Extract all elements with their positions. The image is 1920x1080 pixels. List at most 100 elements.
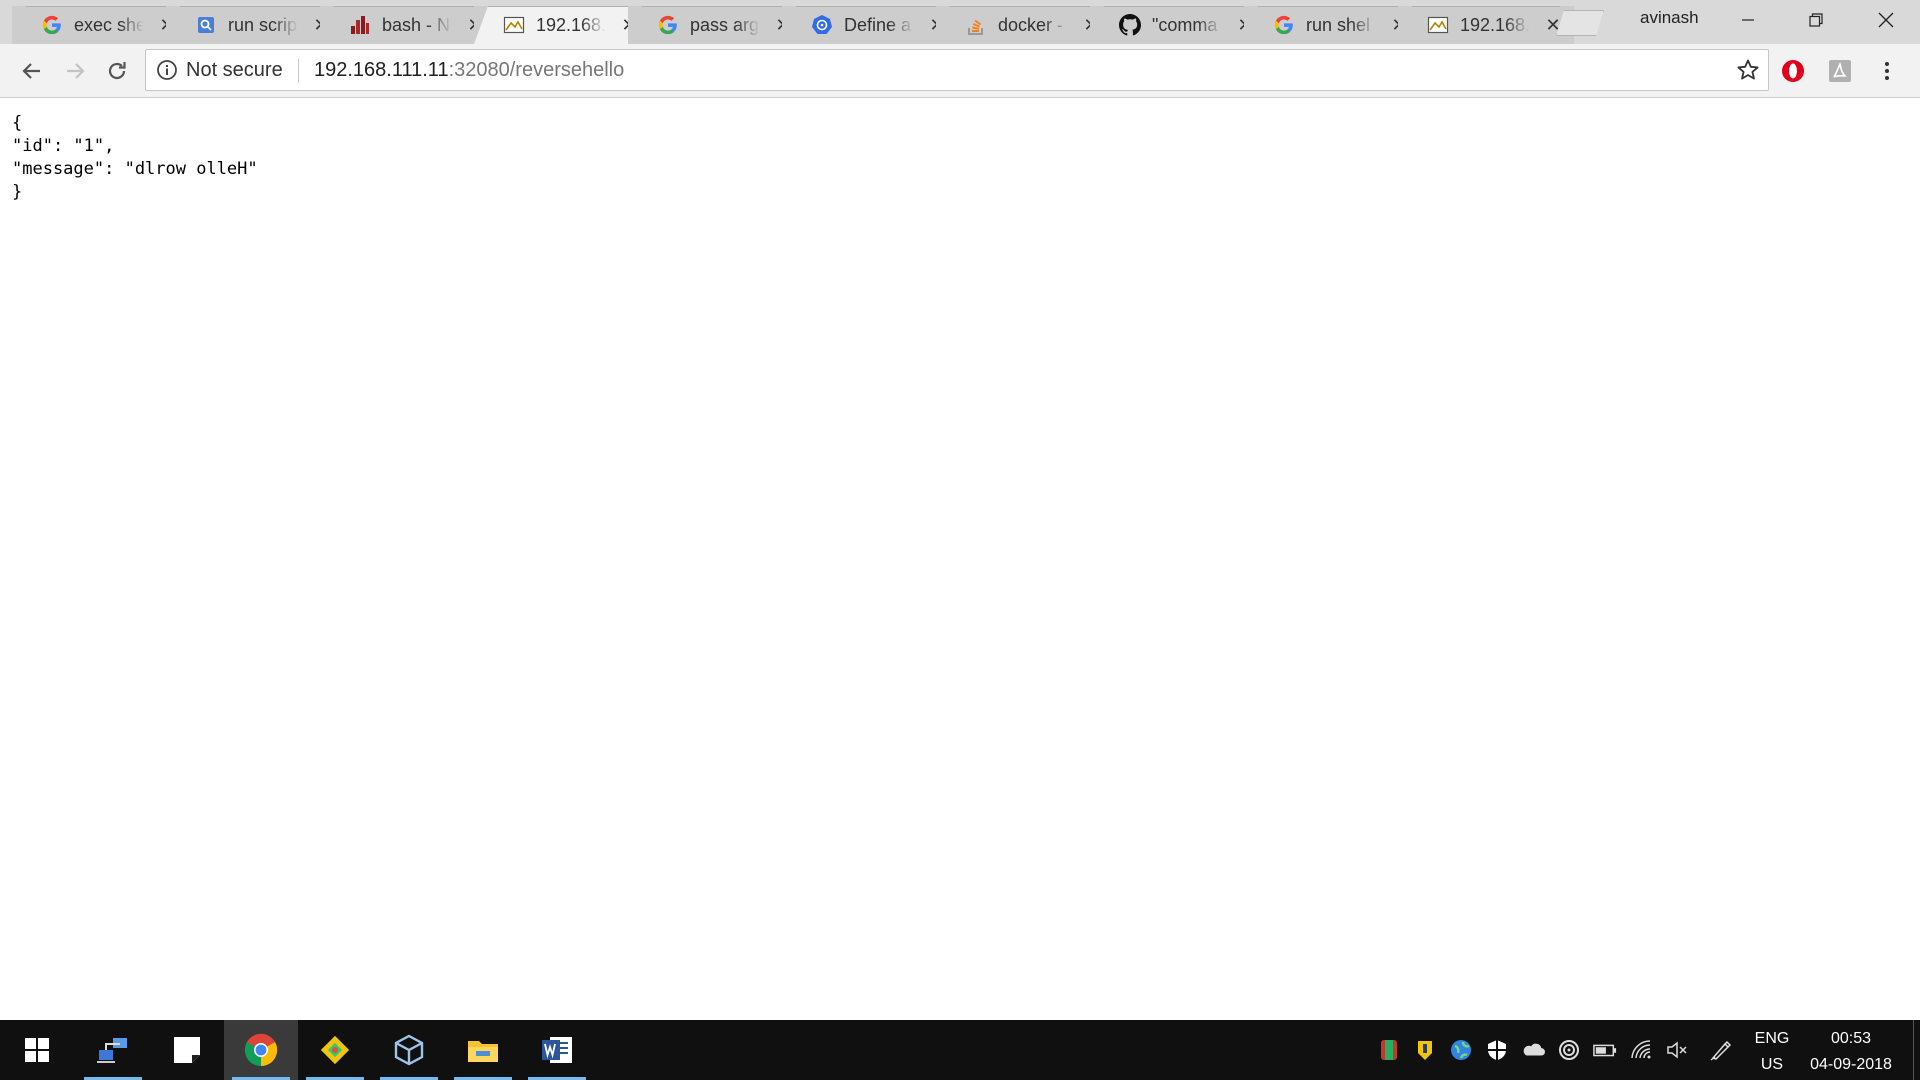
wifi-icon[interactable]: [1629, 1038, 1653, 1062]
site-info-button[interactable]: Not secure: [156, 50, 283, 90]
windows-taskbar: ENG US 00:53 04-09-2018: [0, 1020, 1920, 1080]
chrome-icon: [244, 1033, 278, 1067]
close-icon: [1878, 12, 1894, 28]
url-path: :32080/reversehello: [448, 59, 625, 81]
globe-icon[interactable]: [1449, 1038, 1473, 1062]
search-results-icon: [194, 13, 218, 37]
opera-extension-button[interactable]: [1780, 58, 1806, 84]
virtualbox-icon: [394, 1034, 424, 1066]
file-explorer-icon: [468, 1041, 498, 1062]
json-line: {: [12, 113, 23, 133]
pdf-extension-button[interactable]: [1827, 58, 1853, 84]
url-host: 192.168.111.11: [314, 59, 449, 81]
tab-title: exec shell: [74, 14, 144, 35]
restore-icon: [1809, 13, 1823, 27]
git-icon: [320, 1035, 350, 1065]
address-bar[interactable]: Not secure 192.168.111.11:32080/reverseh…: [145, 49, 1769, 91]
browser-toolbar: Not secure 192.168.111.11:32080/reverseh…: [0, 44, 1920, 98]
tab-title: docker -: [998, 14, 1064, 35]
bars-site-icon: [348, 13, 372, 37]
arrow-right-icon: [67, 63, 85, 79]
sticky-notes-icon: [174, 1037, 200, 1063]
json-line: }: [12, 182, 23, 202]
tab-strip: exec shell ✕ run script ✕ bash - N ✕ 192…: [0, 0, 1920, 44]
taskbar-app-file-explorer[interactable]: [446, 1020, 520, 1080]
tab[interactable]: "comma ✕: [1090, 6, 1267, 44]
bookmark-star-icon[interactable]: [1736, 58, 1760, 82]
google-g-icon: [1272, 13, 1296, 37]
tab[interactable]: pass arg ✕: [628, 6, 805, 44]
clock-time: 00:53: [1830, 1030, 1872, 1047]
system-clock[interactable]: 00:53 04-09-2018: [1800, 1026, 1902, 1078]
sync-icon[interactable]: [1557, 1038, 1581, 1062]
volume-muted-icon[interactable]: [1665, 1038, 1689, 1062]
menu-button[interactable]: [1874, 58, 1900, 84]
page-content: { "id": "1", "message": "dlrow olleH" }: [0, 98, 1920, 1020]
tab[interactable]: run script ✕: [166, 6, 343, 44]
tab-title: 192.168.: [1460, 14, 1530, 35]
json-response: { "id": "1", "message": "dlrow olleH" }: [12, 112, 258, 204]
minimize-button[interactable]: [1720, 0, 1776, 40]
taskbar-app-chrome[interactable]: [224, 1020, 298, 1080]
onedrive-icon[interactable]: [1521, 1038, 1545, 1062]
url-text[interactable]: 192.168.111.11:32080/reversehello: [314, 50, 624, 90]
tab[interactable]: exec shell ✕: [12, 6, 189, 44]
arrow-left-icon: [22, 63, 40, 79]
taskbar-app-network[interactable]: [76, 1020, 150, 1080]
restore-button[interactable]: [1788, 0, 1844, 40]
tab-title: pass arg: [690, 14, 760, 35]
tab-title: run script: [228, 14, 298, 35]
stackoverflow-icon: [964, 13, 988, 37]
shield-badge-icon[interactable]: [1413, 1038, 1437, 1062]
tab[interactable]: Define a ✕: [782, 6, 959, 44]
tab-title: Define a: [844, 14, 912, 35]
battery-icon[interactable]: [1593, 1038, 1617, 1062]
tab-title: "comma: [1152, 14, 1218, 35]
taskbar-app-word[interactable]: [520, 1020, 594, 1080]
back-button[interactable]: [17, 56, 47, 86]
security-label: Not secure: [186, 58, 283, 81]
github-icon: [1118, 13, 1142, 37]
google-g-icon: [40, 13, 64, 37]
info-circle-icon: [157, 60, 177, 80]
input-language[interactable]: ENG US: [1752, 1026, 1792, 1078]
forward-button[interactable]: [60, 56, 90, 86]
security-icon[interactable]: [1485, 1038, 1509, 1062]
json-line: "id": "1",: [12, 136, 115, 156]
tab-active[interactable]: 192.168. ✕: [474, 6, 650, 44]
tab[interactable]: docker - ✕: [936, 6, 1113, 44]
network-icon: [97, 1038, 127, 1063]
taskbar-app-sticky-notes[interactable]: [150, 1020, 224, 1080]
kebab-menu-icon: [1885, 62, 1889, 80]
opera-icon: [1782, 60, 1804, 82]
tab-title: bash - N: [382, 14, 451, 35]
language-code: ENG: [1754, 1030, 1790, 1047]
google-g-icon: [656, 13, 680, 37]
start-button[interactable]: [0, 1020, 74, 1080]
page-thumbnail-icon: [502, 13, 526, 37]
windows-logo-icon: [25, 1038, 49, 1062]
kubernetes-icon: [810, 13, 834, 37]
tab[interactable]: 192.168. ✕: [1398, 6, 1574, 44]
tab-title: run shel: [1306, 14, 1371, 35]
new-tab-button[interactable]: [1556, 10, 1604, 36]
taskbar-app-virtualbox[interactable]: [372, 1020, 446, 1080]
tab[interactable]: run shel ✕: [1244, 6, 1421, 44]
show-desktop-button[interactable]: [1913, 1020, 1920, 1080]
reload-icon: [108, 62, 126, 80]
minimize-icon: [1742, 19, 1754, 21]
page-thumbnail-icon: [1426, 13, 1450, 37]
profile-name[interactable]: avinash: [1640, 8, 1699, 28]
clock-date: 04-09-2018: [1810, 1056, 1892, 1073]
json-line: "message": "dlrow olleH": [12, 159, 258, 179]
acrobat-icon: [1829, 60, 1851, 82]
word-icon: [542, 1037, 572, 1063]
region-code: US: [1760, 1056, 1784, 1073]
reload-button[interactable]: [102, 56, 132, 86]
tab[interactable]: bash - N ✕: [320, 6, 497, 44]
antivirus-icon[interactable]: [1377, 1038, 1401, 1062]
close-window-button[interactable]: [1858, 0, 1914, 40]
pen-icon[interactable]: [1709, 1038, 1733, 1062]
tab-title: 192.168.: [536, 14, 606, 35]
taskbar-app-git[interactable]: [298, 1020, 372, 1080]
